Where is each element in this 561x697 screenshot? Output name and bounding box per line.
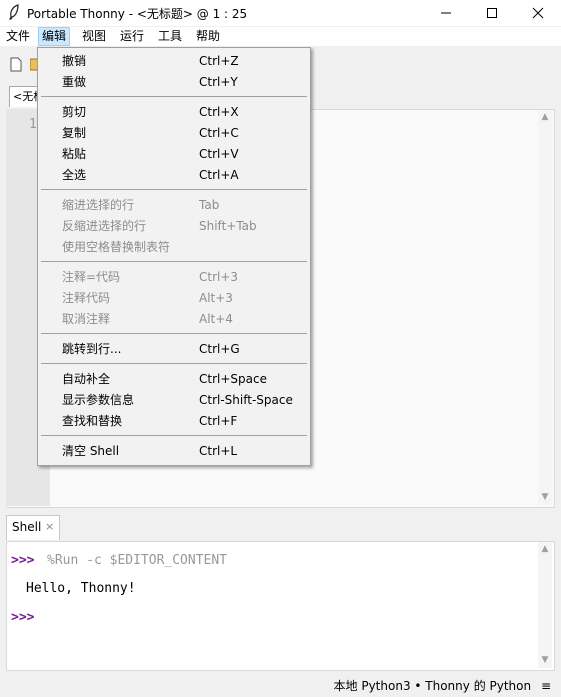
- shell-scrollbar[interactable]: ▲ ▼: [538, 542, 552, 668]
- shortcut-uncomment: Alt+4: [199, 312, 233, 326]
- close-button[interactable]: [515, 0, 561, 26]
- menu-bar: 文件 编辑 视图 运行 工具 帮助: [0, 27, 561, 46]
- shell-prompt: >>>: [11, 553, 35, 568]
- menu-item-replace-tabs: 使用空格替换制表符: [62, 240, 171, 254]
- new-file-icon[interactable]: [10, 57, 22, 75]
- shortcut-indent: Tab: [199, 198, 220, 212]
- shortcut-uncomment-as-code: Ctrl+3: [199, 270, 239, 284]
- scroll-down-arrow-icon[interactable]: ▼: [538, 492, 552, 502]
- shortcut-autocomplete: Ctrl+Space: [199, 372, 267, 386]
- window-title: Portable Thonny - <无标题> @ 1 : 25: [27, 7, 248, 21]
- edit-menu-dropdown: 撤销 Ctrl+Z 重做 Ctrl+Y 剪切 Ctrl+X 复制 Ctrl+C …: [37, 47, 311, 466]
- menu-item-uncomment-as-code: 注释=代码: [62, 270, 121, 284]
- shortcut-select-all: Ctrl+A: [199, 168, 239, 182]
- menu-edit[interactable]: 编辑: [38, 27, 71, 46]
- menu-item-cut[interactable]: 剪切: [62, 102, 86, 123]
- menu-item-paste[interactable]: 粘贴: [62, 144, 86, 165]
- menu-item-find-replace[interactable]: 查找和替换: [62, 411, 122, 432]
- shell-output: Hello, Thonny!: [26, 581, 136, 596]
- shortcut-goto-line: Ctrl+G: [199, 342, 240, 356]
- shortcut-redo: Ctrl+Y: [199, 75, 238, 89]
- shell-command: %Run -c $EDITOR_CONTENT: [47, 553, 228, 568]
- shortcut-comment-out: Alt+3: [199, 291, 233, 305]
- menu-separator: [41, 435, 307, 436]
- menu-item-goto-line[interactable]: 跳转到行...: [62, 339, 121, 360]
- scroll-up-arrow-icon[interactable]: ▲: [538, 112, 552, 122]
- shortcut-dedent: Shift+Tab: [199, 219, 257, 233]
- menu-item-indent: 缩进选择的行: [62, 198, 135, 212]
- menu-run[interactable]: 运行: [117, 28, 147, 45]
- close-tab-icon[interactable]: ×: [45, 520, 54, 533]
- menu-item-copy[interactable]: 复制: [62, 123, 86, 144]
- shortcut-clear-shell: Ctrl+L: [199, 444, 238, 458]
- maximize-button[interactable]: [469, 0, 515, 26]
- menu-item-dedent: 反缩进选择的行: [62, 219, 147, 233]
- shortcut-cut: Ctrl+X: [199, 105, 239, 119]
- menu-item-comment-out: 注释代码: [62, 291, 111, 305]
- menu-separator: [41, 96, 307, 97]
- shortcut-copy: Ctrl+C: [199, 126, 239, 140]
- menu-item-clear-shell[interactable]: 清空 Shell: [62, 441, 119, 462]
- editor-scrollbar[interactable]: ▲ ▼: [538, 110, 552, 505]
- shell-tab[interactable]: Shell ×: [6, 515, 60, 540]
- thonny-feather-icon: [8, 4, 20, 24]
- shell-scroll-up-arrow-icon[interactable]: ▲: [538, 544, 552, 554]
- line-number: 1: [29, 117, 37, 132]
- shell-console[interactable]: >>> %Run -c $EDITOR_CONTENT Hello, Thonn…: [6, 541, 555, 671]
- menu-separator: [41, 189, 307, 190]
- shell-scroll-down-arrow-icon[interactable]: ▼: [538, 655, 552, 665]
- shell-tab-label: Shell: [12, 520, 42, 534]
- menu-view[interactable]: 视图: [79, 28, 109, 45]
- minimize-button[interactable]: [423, 0, 469, 26]
- menu-file[interactable]: 文件: [3, 28, 33, 45]
- menu-help[interactable]: 帮助: [193, 28, 223, 45]
- shortcut-paste: Ctrl+V: [199, 147, 239, 161]
- menu-item-autocomplete[interactable]: 自动补全: [62, 369, 110, 390]
- menu-item-undo[interactable]: 撤销: [62, 51, 86, 72]
- shortcut-undo: Ctrl+Z: [199, 54, 239, 68]
- menu-separator: [41, 261, 307, 262]
- shell-tab-bar: [0, 512, 561, 540]
- menu-item-select-all[interactable]: 全选: [62, 165, 86, 186]
- menu-item-param-info[interactable]: 显示参数信息: [62, 390, 134, 411]
- menu-item-uncomment: 取消注释: [62, 312, 111, 326]
- shortcut-param-info: Ctrl-Shift-Space: [199, 393, 293, 407]
- menu-separator: [41, 363, 307, 364]
- title-bar: Portable Thonny - <无标题> @ 1 : 25: [0, 0, 561, 26]
- status-menu-icon[interactable]: ≡: [541, 679, 551, 693]
- status-bar: 本地 Python3 • Thonny 的 Python ≡: [334, 677, 551, 694]
- menu-item-redo[interactable]: 重做: [62, 72, 86, 93]
- shortcut-find-replace: Ctrl+F: [199, 414, 238, 428]
- shell-prompt-current: >>>: [11, 610, 35, 625]
- menu-separator: [41, 333, 307, 334]
- interpreter-status[interactable]: 本地 Python3 • Thonny 的 Python: [334, 679, 532, 693]
- menu-tools[interactable]: 工具: [155, 28, 185, 45]
